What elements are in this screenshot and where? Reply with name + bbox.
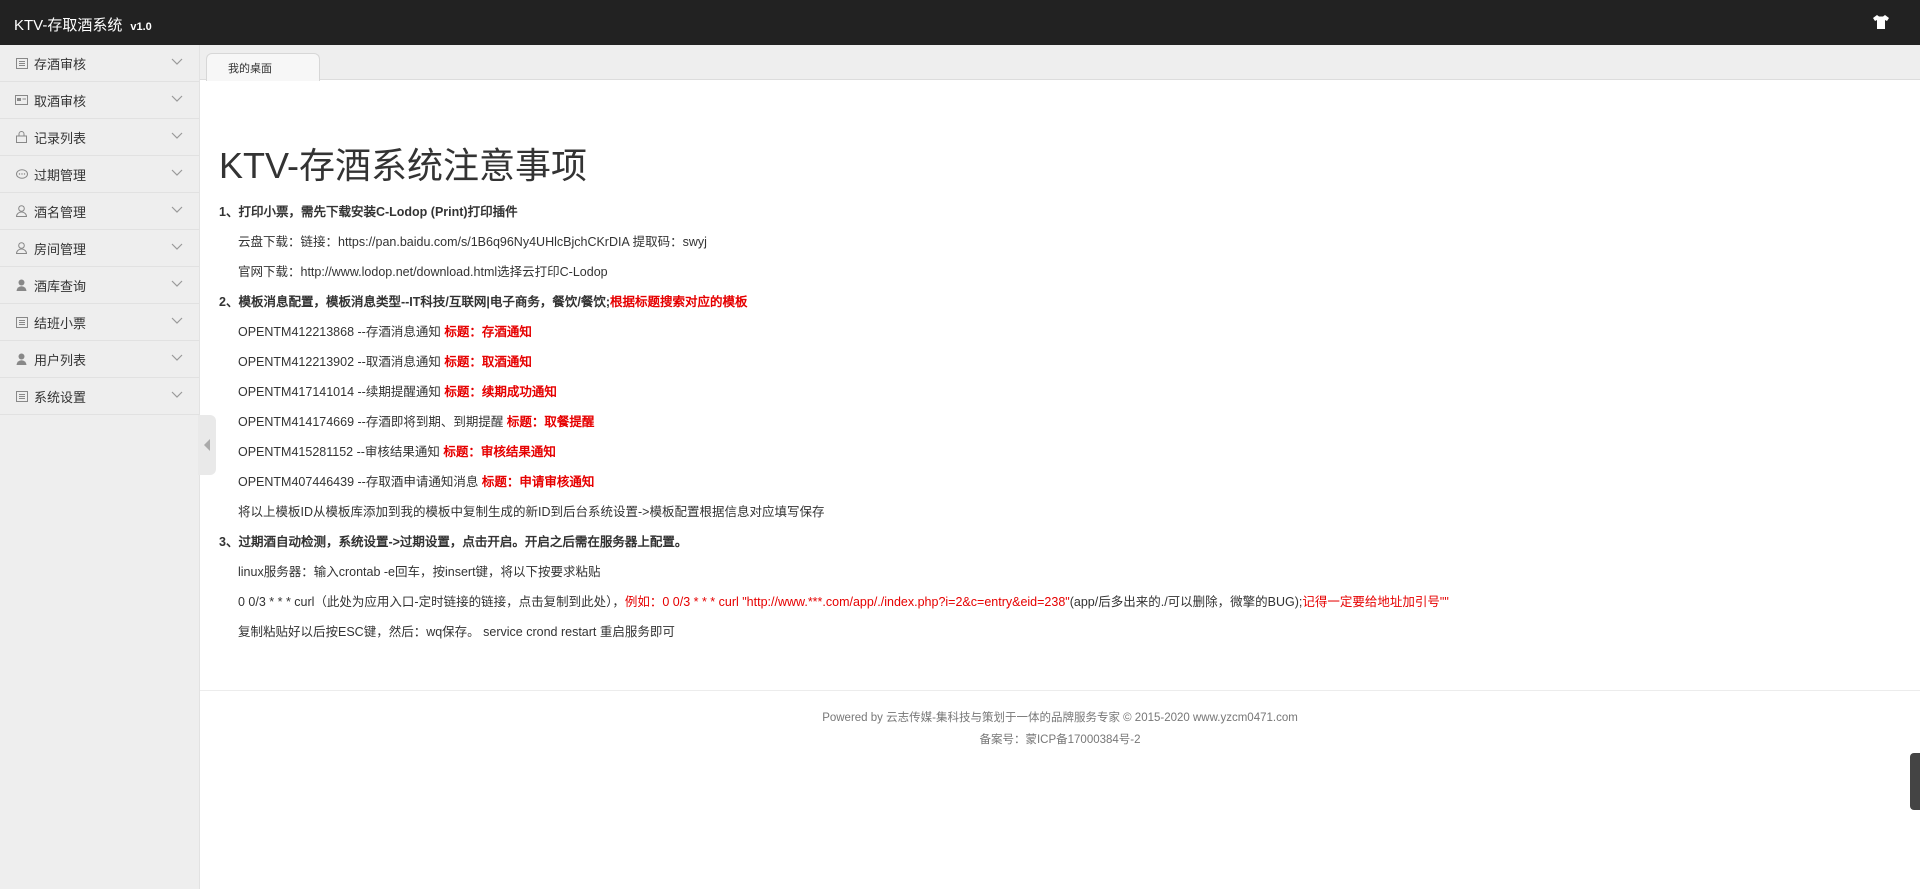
list-icon <box>15 390 28 402</box>
chevron-down-icon <box>171 280 183 287</box>
template-line: OPENTM412213868 --存酒消息通知 标题：存酒通知 <box>238 321 532 340</box>
user-icon <box>15 353 28 365</box>
sidebar-collapse-toggle[interactable] <box>198 415 216 475</box>
footer-powered-by: Powered by 云志传媒-集科技与策划于一体的品牌服务专家 © 2015-… <box>822 712 1298 724</box>
user-outline-icon <box>15 205 28 217</box>
chevron-down-icon <box>171 243 183 250</box>
sidebar-item-deposit-review[interactable]: 存酒审核 <box>0 45 199 82</box>
template-title: 标题：存酒通知 <box>444 325 532 339</box>
app-title: KTV-存取酒系统 <box>14 17 123 34</box>
section-1-heading: 1、打印小票，需先下载安装C-Lodop (Print)打印插件 <box>219 205 518 219</box>
footer: Powered by 云志传媒-集科技与策划于一体的品牌服务专家 © 2015-… <box>200 707 1920 751</box>
crontab-note: (app/后多出来的./可以删除，微擎的BUG); <box>1069 595 1303 609</box>
sidebar-item-wine-names[interactable]: 酒名管理 <box>0 193 199 230</box>
sidebar-item-settings[interactable]: 系统设置 <box>0 378 199 415</box>
template-note: 将以上模板ID从模板库添加到我的模板中复制生成的新ID到后台系统设置->模板配置… <box>238 505 825 519</box>
section-2-heading-highlight: 根据标题搜索对应的模板 <box>610 295 748 309</box>
chevron-down-icon <box>171 354 183 361</box>
crontab-example-red: 例如：0 0/3 * * * curl "http://www.***.com/… <box>624 595 1070 609</box>
template-title: 标题：取酒通知 <box>444 355 532 369</box>
linux-instruction: linux服务器：输入crontab -e回车，按insert键，将以下按要求粘… <box>238 565 601 579</box>
user-outline-icon <box>15 242 28 254</box>
tab-label: 我的桌面 <box>228 63 272 75</box>
sidebar-item-label: 用户列表 <box>34 352 87 368</box>
card-icon <box>15 94 28 106</box>
template-code: OPENTM412213868 --存酒消息通知 <box>238 325 445 339</box>
app-brand[interactable]: KTV-存取酒系统 v1.0 <box>14 14 152 35</box>
restart-instruction: 复制粘贴好以后按ESC键，然后：wq保存。 service crond rest… <box>238 625 675 639</box>
skin-shirt-icon[interactable] <box>1872 14 1890 30</box>
chevron-down-icon <box>171 169 183 176</box>
template-line: OPENTM417141014 --续期提醒通知 标题：续期成功通知 <box>238 381 557 400</box>
chevron-left-icon <box>203 439 210 451</box>
sidebar-item-label: 取酒审核 <box>34 93 87 109</box>
sidebar-item-expiry[interactable]: 过期管理 <box>0 156 199 193</box>
sidebar-item-label: 过期管理 <box>34 167 87 183</box>
crontab-text: 0 0/3 * * * curl（此处为应用入口-定时链接的链接，点击复制到此处… <box>238 595 625 609</box>
template-title: 标题：取餐提醒 <box>506 415 595 429</box>
chevron-down-icon <box>171 317 183 324</box>
template-line: OPENTM407446439 --存取酒申请通知消息 标题：申请审核通知 <box>238 471 594 490</box>
chat-icon <box>15 168 28 180</box>
section-2-heading-text: 2、模板消息配置，模板消息类型--IT科技/互联网|电子商务，餐饮/餐饮; <box>219 295 610 309</box>
template-line: OPENTM414174669 --存酒即将到期、到期提醒 标题：取餐提醒 <box>238 411 594 430</box>
template-line: OPENTM412213902 --取酒消息通知 标题：取酒通知 <box>238 351 532 370</box>
section-3-heading: 3、过期酒自动检测，系统设置->过期设置，点击开启。开启之后需在服务器上配置。 <box>219 535 688 549</box>
crontab-example: 0 0/3 * * * curl（此处为应用入口-定时链接的链接，点击复制到此处… <box>238 591 1449 610</box>
user-icon <box>15 279 28 291</box>
footer-divider <box>200 690 1920 691</box>
list-icon <box>15 316 28 328</box>
footer-icp: 备案号：蒙ICP备17000384号-2 <box>979 734 1141 746</box>
template-line: OPENTM415281152 --审核结果通知 标题：审核结果通知 <box>238 441 556 460</box>
list-icon <box>15 57 28 69</box>
top-header: KTV-存取酒系统 v1.0 <box>0 0 1920 45</box>
sidebar-item-label: 记录列表 <box>34 130 87 146</box>
crontab-warning: 记得一定要给地址加引号"" <box>1302 595 1449 609</box>
sidebar-item-label: 房间管理 <box>34 241 87 257</box>
chevron-down-icon <box>171 206 183 213</box>
chevron-down-icon <box>171 95 183 102</box>
template-title: 标题：审核结果通知 <box>443 445 556 459</box>
sidebar-item-label: 酒名管理 <box>34 204 87 220</box>
template-code: OPENTM417141014 --续期提醒通知 <box>238 385 445 399</box>
lock-icon <box>15 131 28 143</box>
sidebar-item-label: 存酒审核 <box>34 56 87 72</box>
chevron-down-icon <box>171 132 183 139</box>
page-title: KTV-存酒系统注意事项 <box>219 145 588 186</box>
sidebar-item-cellar-query[interactable]: 酒库查询 <box>0 267 199 304</box>
chevron-down-icon <box>171 391 183 398</box>
tab-bar: 我的桌面 <box>200 45 1920 81</box>
app-version: v1.0 <box>130 21 152 33</box>
cloud-download-text: 云盘下载：链接：https://pan.baidu.com/s/1B6q96Ny… <box>238 235 707 249</box>
section-2-heading: 2、模板消息配置，模板消息类型--IT科技/互联网|电子商务，餐饮/餐饮;根据标… <box>219 291 748 310</box>
template-title: 标题：申请审核通知 <box>481 475 595 489</box>
sidebar-item-withdraw-review[interactable]: 取酒审核 <box>0 82 199 119</box>
template-title: 标题：续期成功通知 <box>444 385 557 399</box>
template-code: OPENTM414174669 --存酒即将到期、到期提醒 <box>238 415 507 429</box>
sidebar-item-rooms[interactable]: 房间管理 <box>0 230 199 267</box>
sidebar-item-shift-receipt[interactable]: 结班小票 <box>0 304 199 341</box>
official-download-text: 官网下载：http://www.lodop.net/download.html选… <box>238 265 608 279</box>
side-widget-handle[interactable] <box>1910 753 1920 810</box>
sidebar-item-label: 结班小票 <box>34 315 87 331</box>
sidebar-item-records[interactable]: 记录列表 <box>0 119 199 156</box>
sidebar-item-label: 系统设置 <box>34 389 87 405</box>
sidebar-item-label: 酒库查询 <box>34 278 87 294</box>
template-code: OPENTM412213902 --取酒消息通知 <box>238 355 445 369</box>
template-code: OPENTM415281152 --审核结果通知 <box>238 445 444 459</box>
chevron-down-icon <box>171 58 183 65</box>
template-code: OPENTM407446439 --存取酒申请通知消息 <box>238 475 482 489</box>
sidebar-item-users[interactable]: 用户列表 <box>0 341 199 378</box>
sidebar-nav: 存酒审核 取酒审核 记录列表 过期管理 酒名管理 房间管理 酒库查询 结班小票 <box>0 45 200 889</box>
